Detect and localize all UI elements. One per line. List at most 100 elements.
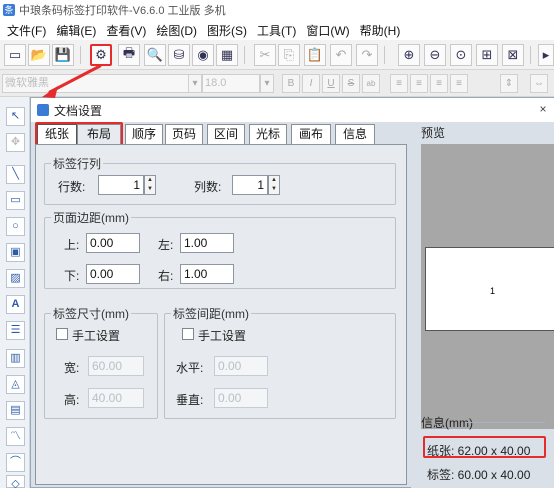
new-icon[interactable]: ▭ — [4, 44, 26, 66]
line-spacing-icon[interactable]: ⇕ — [500, 74, 518, 93]
menu-bar: 文件(F) 编辑(E) 查看(V) 绘图(D) 图形(S) 工具(T) 窗口(W… — [0, 20, 554, 40]
copy-icon[interactable]: ⎘ — [278, 44, 300, 66]
menu-view[interactable]: 查看(V) — [101, 22, 151, 39]
bold-button[interactable]: B — [282, 74, 300, 93]
label-spacing-legend: 标签间距(mm) — [173, 307, 249, 321]
label-height-label: 高: — [64, 393, 80, 407]
underline-button[interactable]: U — [322, 74, 340, 93]
app-title: 中琅条码标签打印软件-V6.6.0 工业版 多机 — [19, 5, 226, 17]
cut-icon[interactable]: ✂ — [254, 44, 276, 66]
picture-icon[interactable]: ▨ — [6, 269, 25, 288]
menu-shape[interactable]: 图形(S) — [202, 22, 252, 39]
drawing-toolbox: ↖ ✥ ╲ ▭ ○ ▣ ▨ A ☰ ▥ ◬ ▤ 〽 ⌒ ◇ — [0, 97, 30, 488]
margins-legend: 页面边距(mm) — [53, 211, 129, 225]
rows-stepper[interactable]: ▲ ▼ — [144, 175, 156, 195]
tab-range[interactable]: 区间 — [207, 124, 245, 144]
align-left-icon[interactable]: ≡ — [390, 74, 408, 93]
grid-icon[interactable]: ▦ — [216, 44, 238, 66]
shape-icon[interactable]: ◬ — [6, 375, 25, 394]
superscript-button[interactable]: ab — [362, 74, 380, 93]
undo-icon[interactable]: ↶ — [330, 44, 352, 66]
cols-stepper[interactable]: ▲ ▼ — [268, 175, 280, 195]
preview-paper: 1 — [425, 247, 554, 331]
zoom-page-icon[interactable]: ⊞ — [476, 44, 498, 66]
tab-info[interactable]: 信息 — [335, 124, 375, 144]
ellipse-icon[interactable]: ○ — [6, 217, 25, 236]
chevron-down-icon[interactable]: ▾ — [260, 74, 274, 93]
zoom-fit-icon[interactable]: ⊙ — [450, 44, 472, 66]
print-preview-icon[interactable]: 🔍 — [144, 44, 166, 66]
margin-bottom-label: 下: — [64, 269, 80, 283]
barcode-icon[interactable]: ▥ — [6, 349, 25, 368]
zoom-in-icon[interactable]: ⊕ — [398, 44, 420, 66]
margin-top-label: 上: — [64, 238, 80, 252]
more-icon[interactable]: ▸ — [538, 44, 554, 66]
database-icon[interactable]: ⛁ — [168, 44, 190, 66]
strikethrough-button[interactable]: S — [342, 74, 360, 93]
label-width-input[interactable]: 60.00 — [88, 356, 144, 376]
data-source-icon[interactable]: ◉ — [192, 44, 214, 66]
toolbar-separator — [80, 46, 81, 64]
format-bar: 微软雅黑 ▾ 18.0 ▾ B I U S ab ≡ ≡ ≡ ≡ ⇕ ⇔ — [0, 70, 554, 97]
menu-tools[interactable]: 工具(T) — [252, 22, 301, 39]
margin-left-input[interactable]: 1.00 — [180, 233, 234, 253]
char-spacing-icon[interactable]: ⇔ — [530, 74, 548, 93]
rows-input[interactable]: 1 — [98, 175, 144, 195]
menu-help[interactable]: 帮助(H) — [355, 22, 406, 39]
main-toolbar: ▭ 📂 💾 ⚙ 🖶 🔍 ⛁ ◉ ▦ ✂ ⎘ 📋 ↶ ↷ ⊕ ⊖ ⊙ ⊞ ⊠ ▸ — [0, 40, 554, 70]
zoom-out-icon[interactable]: ⊖ — [424, 44, 446, 66]
zoom-actual-icon[interactable]: ⊠ — [502, 44, 524, 66]
chevron-down-icon[interactable]: ▾ — [188, 74, 202, 93]
font-size-select[interactable]: 18.0 — [202, 74, 260, 93]
toolbar-separator — [244, 46, 245, 64]
label-spacing-manual-checkbox[interactable] — [182, 328, 194, 340]
font-name-select[interactable]: 微软雅黑 — [2, 74, 202, 93]
polygon-icon[interactable]: ◇ — [6, 475, 25, 488]
margin-right-input[interactable]: 1.00 — [180, 264, 234, 284]
tab-paper[interactable]: 纸张 — [37, 124, 77, 144]
menu-draw[interactable]: 绘图(D) — [151, 22, 202, 39]
align-justify-icon[interactable]: ≡ — [450, 74, 468, 93]
tab-layout[interactable]: 布局 — [77, 124, 121, 144]
italic-button[interactable]: I — [302, 74, 320, 93]
paste-icon[interactable]: 📋 — [304, 44, 326, 66]
tab-order[interactable]: 顺序 — [125, 124, 163, 144]
label-height-input[interactable]: 40.00 — [88, 388, 144, 408]
spacing-horizontal-input[interactable]: 0.00 — [214, 356, 268, 376]
label-size-manual-checkbox[interactable] — [56, 328, 68, 340]
arc-icon[interactable]: ⌒ — [6, 453, 25, 472]
tab-page-number[interactable]: 页码 — [165, 124, 203, 144]
close-icon[interactable]: × — [536, 102, 550, 116]
align-center-icon[interactable]: ≡ — [410, 74, 428, 93]
rectangle-icon[interactable]: ▭ — [6, 191, 25, 210]
label-size-legend: 标签尺寸(mm) — [53, 307, 129, 321]
spacing-horizontal-label: 水平: — [176, 361, 204, 375]
text-icon[interactable]: A — [6, 295, 25, 314]
rich-text-icon[interactable]: ☰ — [6, 321, 25, 340]
table-icon[interactable]: ▤ — [6, 401, 25, 420]
margin-bottom-input[interactable]: 0.00 — [86, 264, 140, 284]
redo-icon[interactable]: ↷ — [356, 44, 378, 66]
margin-top-input[interactable]: 0.00 — [86, 233, 140, 253]
menu-window[interactable]: 窗口(W) — [301, 22, 354, 39]
open-icon[interactable]: 📂 — [28, 44, 50, 66]
image-icon[interactable]: ▣ — [6, 243, 25, 262]
info-paper-highlight — [423, 436, 546, 458]
curve-icon[interactable]: 〽 — [6, 427, 25, 446]
save-icon[interactable]: 💾 — [52, 44, 74, 66]
toolbar-separator — [530, 46, 531, 64]
tab-cursor[interactable]: 光标 — [249, 124, 287, 144]
pan-icon[interactable]: ✥ — [6, 133, 25, 152]
print-icon[interactable]: 🖶 — [118, 44, 140, 66]
menu-edit[interactable]: 编辑(E) — [51, 22, 101, 39]
tab-canvas[interactable]: 画布 — [291, 124, 331, 144]
pointer-icon[interactable]: ↖ — [6, 107, 25, 126]
spacing-vertical-input[interactable]: 0.00 — [214, 388, 268, 408]
document-settings-icon[interactable]: ⚙ — [90, 44, 112, 66]
align-right-icon[interactable]: ≡ — [430, 74, 448, 93]
menu-file[interactable]: 文件(F) — [2, 22, 51, 39]
line-icon[interactable]: ╲ — [6, 165, 25, 184]
cols-label: 列数: — [194, 180, 222, 194]
cols-input[interactable]: 1 — [232, 175, 268, 195]
label-width-label: 宽: — [64, 361, 80, 375]
